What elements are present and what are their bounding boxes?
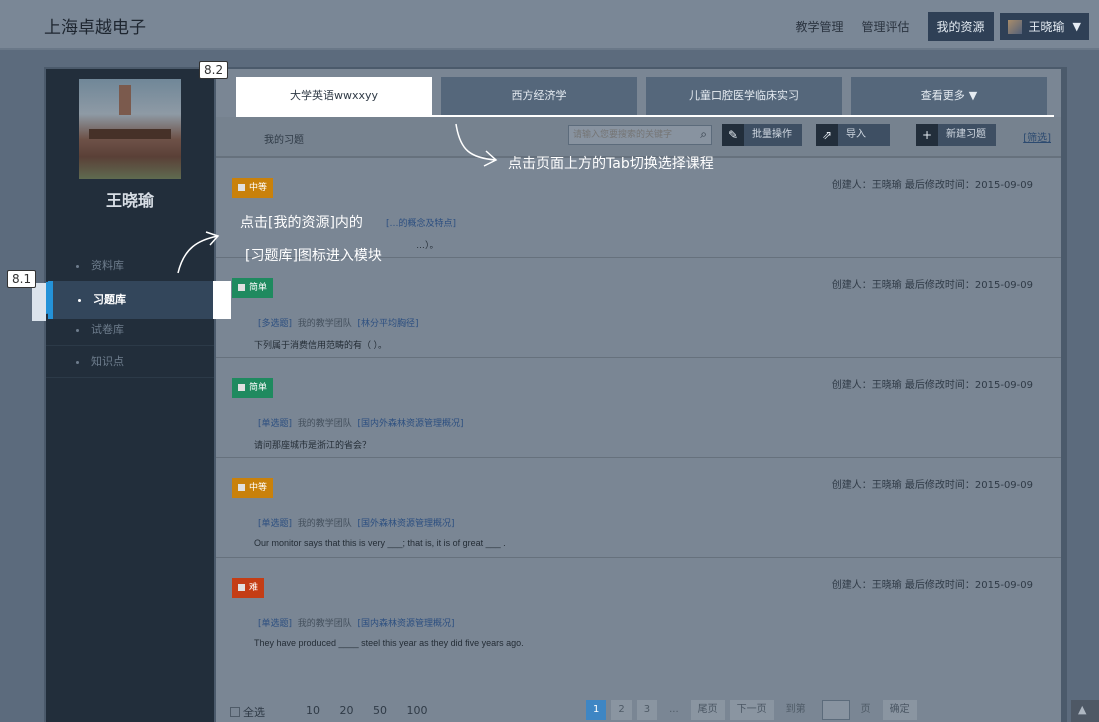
- hint-enter-module-line2: [习题库]图标进入模块: [245, 248, 382, 264]
- hint-switch-tab: 点击页面上方的Tab切换选择课程: [508, 156, 714, 172]
- tutorial-arrows: [177, 123, 498, 274]
- arrow-to-menu: [177, 235, 219, 274]
- hint-enter-module-line1: 点击[我的资源]内的: [240, 215, 363, 231]
- scroll-top-button[interactable]: [1071, 700, 1099, 722]
